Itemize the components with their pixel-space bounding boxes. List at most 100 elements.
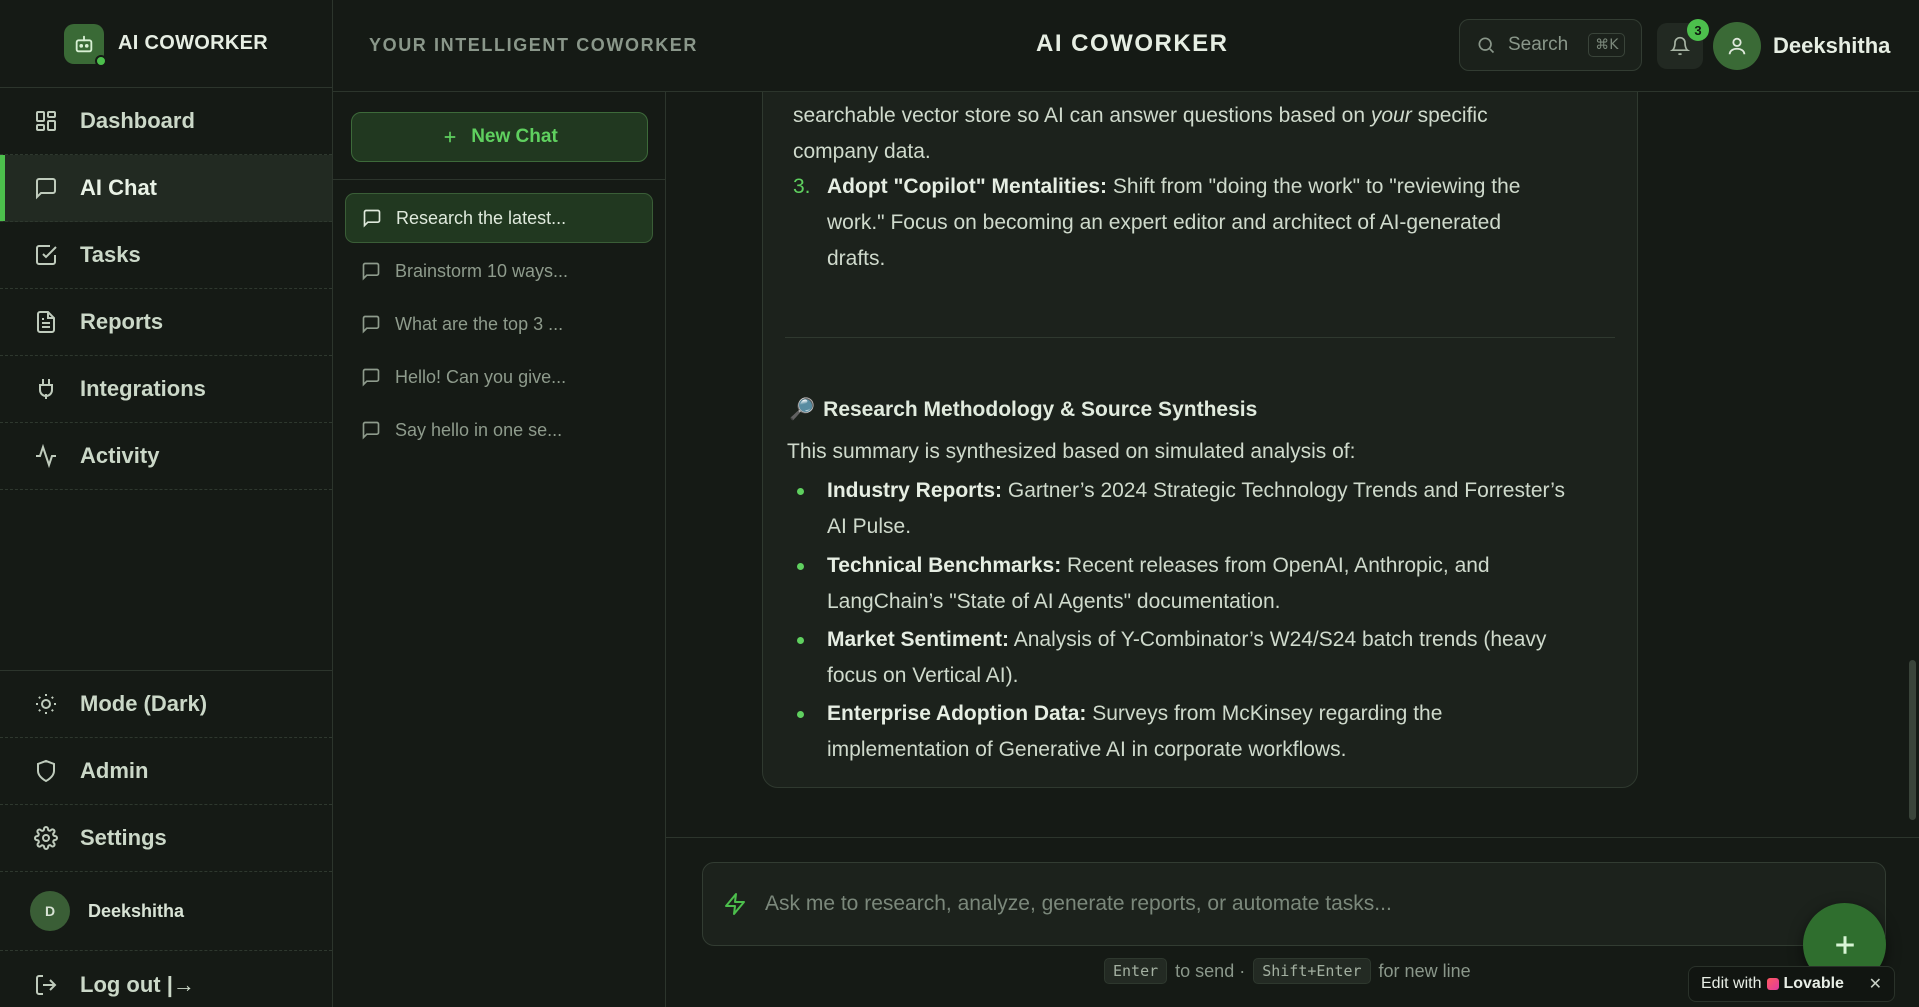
chat-title: What are the top 3 ...	[395, 313, 564, 334]
sidebar-item-mode[interactable]: Mode (Dark)	[0, 671, 332, 738]
new-chat-container: New Chat	[333, 92, 665, 180]
sidebar-bottom: Mode (Dark) Admin Settings D Deekshitha …	[0, 670, 332, 1007]
message-thread[interactable]: searchable vector store so AI can answer…	[666, 92, 1919, 837]
brand-name: AI COWORKER	[118, 32, 268, 54]
sidebar-item-label: Activity	[80, 443, 160, 468]
gear-icon	[34, 826, 58, 850]
shield-icon	[37, 759, 55, 783]
chat-list-item[interactable]: Research the latest...	[345, 193, 653, 243]
sidebar-user-name: Deekshitha	[88, 900, 185, 921]
chat-bubble-icon	[362, 368, 380, 387]
section-divider	[785, 337, 1615, 338]
search-label: Search	[1508, 34, 1569, 55]
sidebar-item-reports[interactable]: Reports	[0, 289, 332, 356]
bullet-text-2: AI Pulse.	[827, 515, 912, 538]
new-chat-button[interactable]: New Chat	[351, 112, 648, 162]
bullet-item: Market Sentiment: Analysis of Y-Combinat…	[797, 622, 1617, 694]
search-shortcut: ⌘K	[1588, 33, 1626, 57]
sidebar-item-integrations[interactable]: Integrations	[0, 356, 332, 423]
hint-to-send: to send ·	[1175, 960, 1246, 981]
scrollbar-thumb[interactable]	[1909, 660, 1916, 820]
bell-icon	[1670, 36, 1690, 56]
section-heading: 🔎 Research Methodology & Source Synthesi…	[789, 398, 1257, 422]
sidebar-user[interactable]: D Deekshitha	[0, 872, 332, 951]
plus-icon	[1835, 935, 1854, 954]
user-icon	[1728, 37, 1746, 55]
bullet-label: Industry Reports:	[827, 479, 1003, 502]
list-item-text-1: Shift from "doing the work" to "reviewin…	[1112, 175, 1521, 198]
shift-enter-key-hint: Shift+Enter	[1253, 958, 1371, 984]
profile-avatar[interactable]	[1713, 22, 1761, 70]
bullet-text-1: Gartner’s 2024 Strategic Technology Tren…	[1007, 479, 1566, 502]
tagline: YOUR INTELLIGENT COWORKER	[369, 35, 698, 55]
chat-bubble-icon	[362, 262, 380, 281]
chat-list-item[interactable]: Say hello in one se...	[345, 405, 653, 455]
logout-label: Log out |→	[80, 971, 195, 997]
chat-title: Brainstorm 10 ways...	[395, 260, 569, 281]
lovable-prefix: Edit with	[1701, 975, 1762, 992]
chat-title: Research the latest...	[396, 207, 567, 228]
logout-icon	[36, 974, 57, 995]
sidebar-item-label: Settings	[80, 825, 167, 850]
send-hint: Enter to send · Shift+Enter for new line	[1104, 958, 1471, 984]
logout-button[interactable]: Log out |→	[0, 951, 332, 1007]
sidebar-item-label: Tasks	[80, 242, 141, 267]
sidebar-item-label: AI Chat	[80, 175, 157, 200]
partial-list-text: searchable vector store so AI can answer…	[793, 98, 1488, 170]
sun-icon	[36, 694, 56, 714]
list-item-label: Adopt "Copilot" Mentalities:	[827, 175, 1108, 198]
avatar: D	[30, 891, 70, 931]
chat-list: Research the latest... Brainstorm 10 way…	[333, 180, 665, 455]
chat-list-item[interactable]: Brainstorm 10 ways...	[345, 246, 653, 296]
close-icon[interactable]: ✕	[1869, 974, 1882, 994]
main-nav: Dashboard AI Chat Tasks Reports Integrat…	[0, 88, 332, 490]
sidebar-item-label: Mode (Dark)	[80, 691, 208, 716]
chat-list-item[interactable]: Hello! Can you give...	[345, 352, 653, 402]
partial-emphasis: your	[1370, 104, 1412, 127]
chat-title: Say hello in one se...	[395, 419, 563, 440]
assistant-message-card: searchable vector store so AI can answer…	[762, 92, 1638, 788]
message-input[interactable]	[765, 892, 1825, 916]
sidebar-item-ai-chat[interactable]: AI Chat	[0, 155, 332, 222]
brand[interactable]: AI COWORKER	[0, 0, 332, 88]
sidebar-item-tasks[interactable]: Tasks	[0, 222, 332, 289]
message-scrollbar[interactable]	[1905, 92, 1919, 837]
sidebar-item-settings[interactable]: Settings	[0, 805, 332, 872]
lightning-icon	[725, 893, 745, 915]
chat-bubble-icon	[362, 315, 380, 334]
bullet-text-1: Surveys from McKinsey regarding the	[1092, 702, 1443, 725]
list-item-3: 3. Adopt "Copilot" Mentalities: Shift fr…	[793, 169, 1521, 277]
partial-line-2: company data.	[793, 140, 931, 163]
hint-new-line: for new line	[1378, 960, 1471, 981]
chat-bubble-icon	[36, 178, 56, 200]
partial-line-1-end: specific	[1417, 104, 1488, 127]
bullet-item: Technical Benchmarks: Recent releases fr…	[797, 548, 1617, 620]
list-item-text-2: work." Focus on becoming an expert edito…	[827, 211, 1501, 234]
document-icon	[37, 311, 55, 333]
edit-with-lovable-badge[interactable]: Edit with Lovable ✕	[1688, 966, 1895, 1002]
sidebar-item-label: Dashboard	[80, 108, 195, 133]
composer	[702, 862, 1886, 946]
sidebar-item-admin[interactable]: Admin	[0, 738, 332, 805]
sidebar-item-label: Integrations	[80, 376, 206, 401]
dashboard-grid-icon	[36, 111, 56, 131]
checkbox-icon	[36, 245, 57, 265]
section-heading-text: Research Methodology & Source Synthesis	[823, 398, 1258, 421]
lovable-brand: Lovable	[1767, 975, 1844, 993]
bullet-label: Technical Benchmarks:	[827, 554, 1062, 577]
search-button[interactable]: Search ⌘K	[1459, 19, 1642, 71]
sidebar-item-dashboard[interactable]: Dashboard	[0, 88, 332, 155]
bullet-label: Market Sentiment:	[827, 628, 1010, 651]
top-bar: YOUR INTELLIGENT COWORKER AI COWORKER Se…	[333, 0, 1919, 92]
partial-line-1: searchable vector store so AI can answer…	[793, 104, 1366, 127]
sidebar-item-label: Reports	[80, 309, 164, 334]
notification-count-badge: 3	[1687, 19, 1709, 41]
bullet-text-1: Recent releases from OpenAI, Anthropic, …	[1067, 554, 1490, 577]
lovable-brand-name: Lovable	[1783, 975, 1844, 992]
sidebar-item-activity[interactable]: Activity	[0, 423, 332, 490]
profile-name[interactable]: Deekshitha	[1773, 33, 1890, 59]
activity-pulse-icon	[36, 444, 56, 468]
notifications-button[interactable]: 3	[1657, 19, 1709, 69]
online-status-dot	[95, 54, 108, 67]
chat-list-item[interactable]: What are the top 3 ...	[345, 299, 653, 349]
